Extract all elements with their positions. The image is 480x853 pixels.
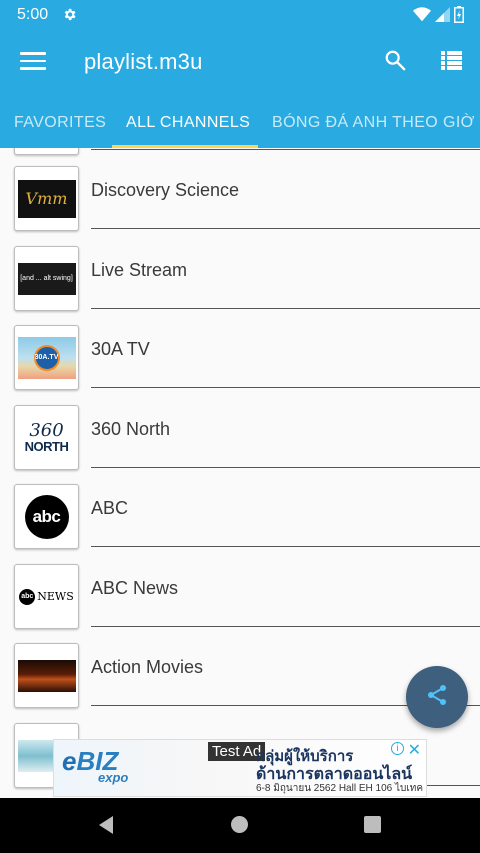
tab-favorites[interactable]: FAVORITES xyxy=(14,114,106,132)
status-icons xyxy=(413,6,464,28)
row-divider xyxy=(91,546,480,547)
channel-thumbnail xyxy=(14,643,79,708)
channel-name: Live Stream xyxy=(91,260,188,280)
row-divider xyxy=(91,626,480,627)
row-divider xyxy=(91,387,480,388)
channel-name: 360 North xyxy=(91,419,171,439)
tab-bar: FAVORITES ALL CHANNELS BÓNG ĐÁ ANH THEO … xyxy=(0,108,480,148)
app-bar: playlist.m3u FAVORITES ALL CHANNELS BÓNG… xyxy=(0,30,480,148)
row-divider xyxy=(91,228,480,229)
tab-all-channels[interactable]: ALL CHANNELS xyxy=(126,114,250,132)
battery-icon xyxy=(454,6,464,28)
system-nav-bar xyxy=(0,798,480,853)
signal-icon xyxy=(435,7,450,27)
channel-thumbnail: 360 NORTH xyxy=(14,405,79,470)
channel-thumbnail: [and ... alt swing] xyxy=(14,246,79,311)
share-icon xyxy=(425,683,449,712)
channel-name: Action Movies xyxy=(91,657,204,677)
channel-row-abc-news[interactable]: abc NEWS ABC News xyxy=(0,556,480,636)
app-title: playlist.m3u xyxy=(84,49,203,74)
tab-bong-da-anh[interactable]: BÓNG ĐÁ ANH THEO GIỜ VN xyxy=(272,114,480,132)
home-icon[interactable] xyxy=(231,816,248,833)
settings-gear-icon xyxy=(62,7,77,27)
ad-banner[interactable]: eBIZ expo Test Ad กลุ่มผู้ให้บริการ ด้าน… xyxy=(53,739,427,797)
ad-date-line: 6-8 มิถุนายน 2562 Hall EH 106 ไบเทค xyxy=(256,783,424,794)
row-divider xyxy=(91,149,480,150)
channel-thumbnail: 30A.TV xyxy=(14,325,79,390)
menu-icon[interactable] xyxy=(20,52,46,72)
channel-thumbnail: abc NEWS xyxy=(14,564,79,629)
row-divider xyxy=(91,467,480,468)
ad-close-icon[interactable]: ✕ xyxy=(408,740,421,760)
channel-name: ABC xyxy=(91,498,129,518)
channel-row-360-north[interactable]: 360 NORTH 360 North xyxy=(0,397,480,477)
back-icon[interactable] xyxy=(97,815,115,840)
share-fab[interactable] xyxy=(406,666,468,728)
channel-thumbnail: abc xyxy=(14,484,79,549)
channel-row-discovery-science[interactable]: Vmm Discovery Science xyxy=(0,158,480,238)
ad-brand-sub: expo xyxy=(98,770,129,785)
row-divider xyxy=(91,308,480,309)
channel-name: Discovery Science xyxy=(91,180,240,200)
wifi-icon xyxy=(413,7,431,27)
channel-thumbnail xyxy=(14,148,79,155)
search-icon[interactable] xyxy=(384,49,406,76)
list-view-icon[interactable] xyxy=(441,51,462,75)
channel-row-30a-tv[interactable]: 30A.TV 30A TV xyxy=(0,317,480,397)
channel-thumbnail: Vmm xyxy=(14,166,79,231)
channel-row-abc[interactable]: abc ABC xyxy=(0,476,480,556)
recent-apps-icon[interactable] xyxy=(364,816,381,833)
status-time: 5:00 xyxy=(17,6,49,23)
ad-info-icon[interactable]: i xyxy=(391,742,404,755)
status-bar: 5:00 xyxy=(0,0,480,30)
channel-name: 30A TV xyxy=(91,339,150,359)
channel-name: ABC News xyxy=(91,578,179,598)
channel-row-live-stream[interactable]: [and ... alt swing] Live Stream xyxy=(0,238,480,318)
